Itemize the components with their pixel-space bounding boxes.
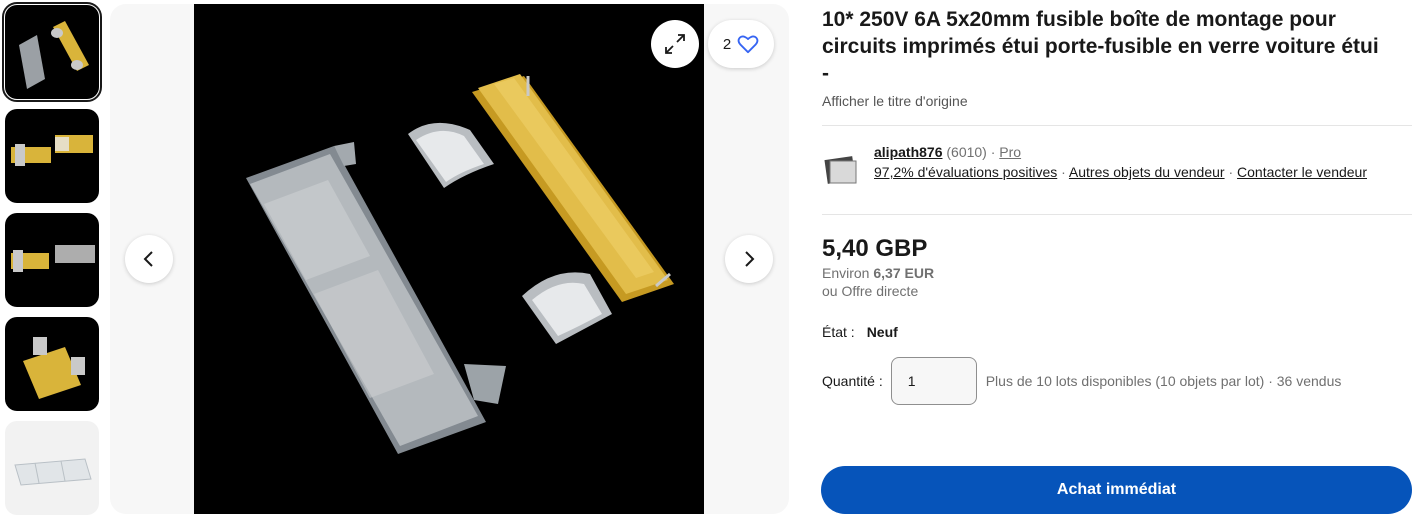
- expand-image-button[interactable]: [651, 20, 699, 68]
- best-offer-text: ou Offre directe: [822, 283, 919, 299]
- fuse-holder-photo: [246, 74, 674, 454]
- previous-image-button[interactable]: [125, 235, 173, 283]
- listing-title: 10* 250V 6A 5x20mm fusible boîte de mont…: [822, 8, 1379, 58]
- seller-details: alipath876 (6010) · Pro 97,2% d'évaluati…: [874, 142, 1367, 202]
- seller-card: alipath876 (6010) · Pro 97,2% d'évaluati…: [822, 142, 1412, 202]
- separator: ·: [1268, 373, 1273, 389]
- approx-prefix: Environ: [822, 265, 870, 281]
- lots-available: Plus de 10 lots disponibles (10 objets p…: [985, 373, 1265, 389]
- separator: ·: [1061, 164, 1066, 180]
- buy-now-button[interactable]: Achat immédiat: [821, 466, 1412, 514]
- thumbnail-3[interactable]: [5, 213, 99, 307]
- separator: ·: [990, 144, 996, 160]
- seller-feedback-count: (6010): [946, 144, 987, 160]
- expand-icon: [665, 34, 685, 54]
- contact-seller-link[interactable]: Contacter le vendeur: [1237, 164, 1367, 180]
- thumbnail-5[interactable]: [5, 421, 99, 515]
- separator: ·: [1228, 164, 1234, 180]
- thumbnail-1[interactable]: [2, 2, 102, 102]
- condition-value: Neuf: [866, 324, 898, 340]
- divider: [822, 125, 1412, 126]
- watch-count: 2: [722, 35, 732, 53]
- seller-pro-badge[interactable]: Pro: [999, 144, 1021, 160]
- divider: [822, 214, 1412, 215]
- quantity-input[interactable]: [890, 357, 977, 405]
- seller-avatar[interactable]: [822, 152, 860, 190]
- thumbnail-3-image: [11, 245, 95, 272]
- thumbnail-4-image: [23, 337, 85, 399]
- thumbnail-2-image: [11, 135, 93, 166]
- approx-price: Environ 6,37 EUR: [822, 265, 1412, 281]
- thumbnail-4[interactable]: [5, 317, 99, 411]
- thumbnail-1-image: [19, 21, 89, 89]
- heart-icon: [737, 35, 759, 54]
- listing-subtitle: -: [822, 62, 829, 85]
- approx-value: 6,37 EUR: [873, 265, 935, 281]
- chevron-left-icon: [143, 251, 153, 267]
- chevron-right-icon: [745, 251, 755, 267]
- thumbnail-5-image: [14, 458, 92, 486]
- condition-row: État : Neuf: [822, 324, 1412, 340]
- watchlist-button[interactable]: 2: [708, 20, 774, 68]
- seller-name-link[interactable]: alipath876: [874, 144, 942, 160]
- quantity-label: Quantité :: [822, 373, 883, 389]
- main-product-image[interactable]: [194, 4, 704, 514]
- thumbnail-2[interactable]: [5, 109, 99, 203]
- thumbnail-strip: [2, 2, 102, 518]
- other-items-link[interactable]: Autres objets du vendeur: [1069, 164, 1225, 180]
- condition-label: État :: [822, 324, 855, 340]
- availability-text: Plus de 10 lots disponibles (10 objets p…: [986, 373, 1342, 389]
- next-image-button[interactable]: [725, 235, 773, 283]
- image-gallery: 2: [110, 4, 789, 514]
- show-original-title-link[interactable]: Afficher le titre d'origine: [822, 93, 968, 109]
- positive-feedback-link[interactable]: 97,2% d'évaluations positives: [874, 164, 1057, 180]
- quantity-row: Quantité : Plus de 10 lots disponibles (…: [822, 357, 1412, 405]
- listing-info: 10* 250V 6A 5x20mm fusible boîte de mont…: [822, 6, 1412, 405]
- price: 5,40 GBP: [822, 235, 928, 262]
- sold-count: 36 vendus: [1276, 373, 1342, 389]
